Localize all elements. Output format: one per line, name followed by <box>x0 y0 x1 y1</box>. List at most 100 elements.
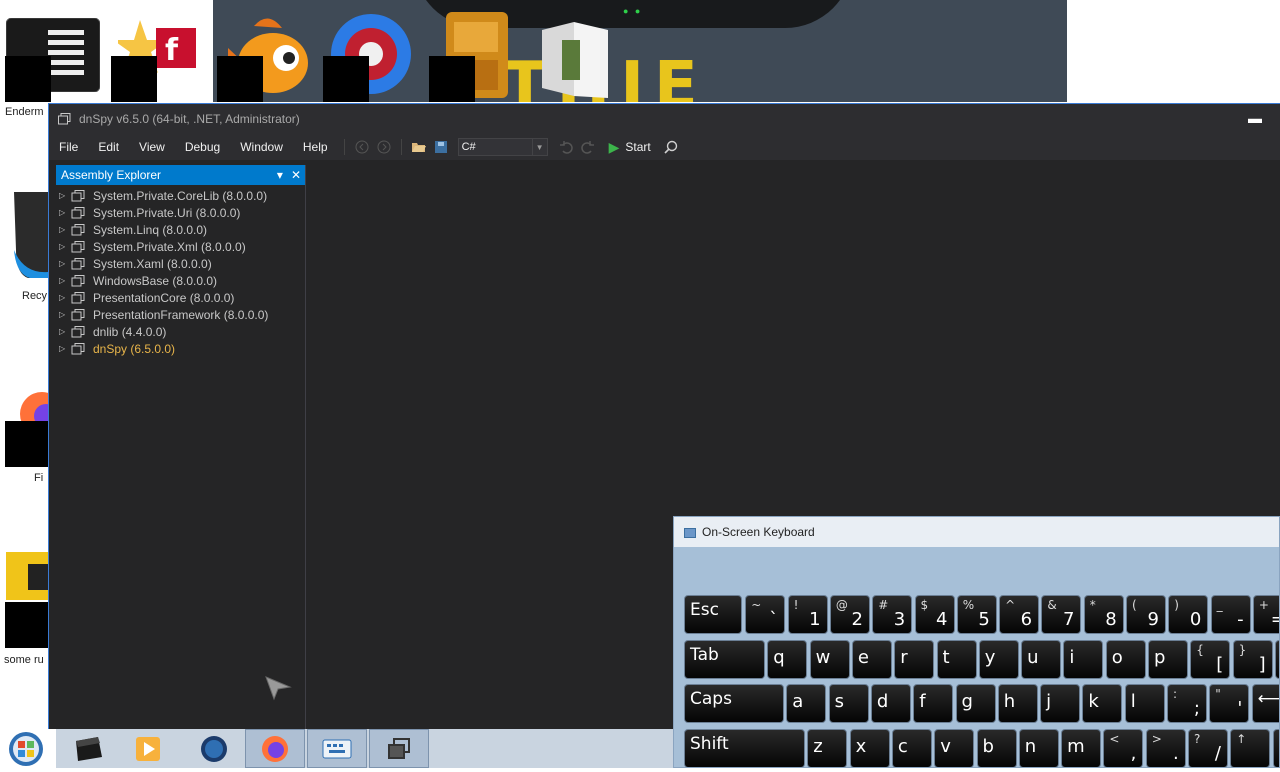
tree-item-system-linq[interactable]: ▷ System.Linq (8.0.0.0) <box>56 221 305 238</box>
key-symbol[interactable]: ~ ` <box>745 595 786 634</box>
navigate-forward-icon[interactable] <box>374 137 394 157</box>
key-symbol[interactable]: {[ <box>1190 640 1231 679</box>
key-shift[interactable]: Shift <box>684 729 805 767</box>
panel-menu-dropdown-icon[interactable]: ▾ <box>277 168 283 182</box>
tree-item-presentationframework[interactable]: ▷ PresentationFramework (8.0.0.0) <box>56 306 305 323</box>
osk-titlebar[interactable]: On-Screen Keyboard <box>674 517 1279 547</box>
key-h[interactable]: h <box>997 684 1038 723</box>
tree-item-dnspy[interactable]: ▷ dnSpy (6.5.0.0) <box>56 340 305 357</box>
key-t[interactable]: t <box>936 640 977 679</box>
key-symbol[interactable]: }] <box>1232 640 1273 679</box>
key-symbol[interactable]: % 5 <box>956 595 997 634</box>
taskbar-firefox-icon[interactable] <box>245 729 305 768</box>
search-icon[interactable] <box>661 137 681 157</box>
tree-item-dnlib[interactable]: ▷ dnlib (4.4.0.0) <box>56 323 305 340</box>
key-symbol[interactable]: ? / <box>1188 729 1228 767</box>
taskbar-on-screen-keyboard-icon[interactable] <box>307 729 367 768</box>
key-p[interactable]: p <box>1148 640 1188 679</box>
expand-arrow-icon[interactable]: ▷ <box>59 327 71 336</box>
key-b[interactable]: b <box>976 729 1017 767</box>
minimize-button[interactable]: ▬ <box>1248 110 1262 126</box>
expand-arrow-icon[interactable]: ▷ <box>59 191 71 200</box>
key-c[interactable]: c <box>891 729 932 767</box>
tree-item-presentationcore[interactable]: ▷ PresentationCore (8.0.0.0) <box>56 289 305 306</box>
key-tab[interactable]: Tab <box>684 640 765 679</box>
menu-debug[interactable]: Debug <box>175 134 230 160</box>
redo-icon[interactable] <box>578 137 598 157</box>
assembly-explorer-header[interactable]: Assembly Explorer ▾ ✕ <box>56 165 305 185</box>
key-a[interactable]: a <box>786 684 827 723</box>
key-[interactable]: ⟵ <box>1251 684 1279 723</box>
menu-file[interactable]: File <box>49 134 88 160</box>
menu-window[interactable]: Window <box>230 134 293 160</box>
key-symbol[interactable]: :; <box>1167 684 1207 723</box>
key-q[interactable]: q <box>767 640 808 679</box>
menu-view[interactable]: View <box>129 134 175 160</box>
key-symbol[interactable]: $4 <box>914 595 955 634</box>
key-j[interactable]: j <box>1040 684 1081 723</box>
key-symbol[interactable]: ) 0 <box>1168 595 1209 634</box>
key-n[interactable]: n <box>1018 729 1059 767</box>
tree-item-system-private-xml[interactable]: ▷ System.Private.Xml (8.0.0.0) <box>56 238 305 255</box>
key-symbol[interactable]: * 8 <box>1083 595 1124 634</box>
key-symbol[interactable]: _ - <box>1210 595 1251 634</box>
key-symbol[interactable]: " ' <box>1209 684 1250 723</box>
key-e[interactable]: e <box>851 640 892 679</box>
key-i[interactable]: i <box>1063 640 1104 679</box>
language-select[interactable]: C# ▼ <box>457 138 548 156</box>
expand-arrow-icon[interactable]: ▷ <box>59 344 71 353</box>
key-symbol[interactable]: ^ 6 <box>999 595 1040 634</box>
key-symbol[interactable]: (9 <box>1126 595 1166 634</box>
menu-edit[interactable]: Edit <box>88 134 129 160</box>
key-k[interactable]: k <box>1082 684 1123 723</box>
key-symbol[interactable]: #3 <box>872 595 913 634</box>
document-stack-icon[interactable] <box>540 20 612 105</box>
undo-icon[interactable] <box>556 137 576 157</box>
expand-arrow-icon[interactable]: ▷ <box>59 208 71 217</box>
key-symbol[interactable]: += <box>1252 595 1279 634</box>
expand-arrow-icon[interactable]: ▷ <box>59 259 71 268</box>
key-r[interactable]: r <box>894 640 935 679</box>
key-g[interactable]: g <box>955 684 996 723</box>
key-d[interactable]: d <box>870 684 911 723</box>
tree-item-system-xaml[interactable]: ▷ System.Xaml (8.0.0.0) <box>56 255 305 272</box>
expand-arrow-icon[interactable]: ▷ <box>59 293 71 302</box>
folder-shortcut-icon[interactable] <box>6 552 48 605</box>
key-m[interactable]: m <box>1061 729 1102 767</box>
taskbar-blackbox-app-icon[interactable] <box>58 729 118 768</box>
key-x[interactable]: x <box>849 729 890 767</box>
key-symbol[interactable]: <, <box>1103 729 1144 767</box>
key-w[interactable]: w <box>809 640 850 679</box>
taskbar-media-player-icon[interactable] <box>118 729 178 768</box>
chevron-down-icon[interactable]: ▼ <box>531 139 547 155</box>
key-symbol[interactable]: >. <box>1145 729 1186 767</box>
key-y[interactable]: y <box>978 640 1019 679</box>
key-z[interactable]: z <box>807 729 848 767</box>
key-esc[interactable]: Esc <box>684 595 742 634</box>
key-symbol[interactable]: ↑ <box>1230 729 1271 767</box>
taskbar-dnspy-icon[interactable] <box>369 729 429 768</box>
expand-arrow-icon[interactable]: ▷ <box>59 310 71 319</box>
navigate-back-icon[interactable] <box>352 137 372 157</box>
key-symbol[interactable]: & 7 <box>1041 595 1082 634</box>
key-l[interactable]: l <box>1124 684 1165 723</box>
key-f[interactable]: f <box>913 684 954 723</box>
expand-arrow-icon[interactable]: ▷ <box>59 276 71 285</box>
tree-item-system-private-corelib[interactable]: ▷ System.Private.CoreLib (8.0.0.0) <box>56 187 305 204</box>
menu-help[interactable]: Help <box>293 134 338 160</box>
taskbar-globe-app-icon[interactable] <box>184 729 244 768</box>
key-s[interactable]: s <box>828 684 869 723</box>
expand-arrow-icon[interactable]: ▷ <box>59 242 71 251</box>
tree-item-system-private-uri[interactable]: ▷ System.Private.Uri (8.0.0.0) <box>56 204 305 221</box>
key-symbol[interactable]: |\ <box>1274 640 1279 679</box>
key-symbol[interactable]: ! 1 <box>787 595 828 634</box>
key-caps[interactable]: Caps <box>684 684 784 723</box>
start-debugging-button[interactable]: ▶ Start <box>609 139 651 156</box>
key-u[interactable]: u <box>1021 640 1062 679</box>
key-symbol[interactable]: @2 <box>829 595 870 634</box>
tree-item-windowsbase[interactable]: ▷ WindowsBase (8.0.0.0) <box>56 272 305 289</box>
windows-start-icon[interactable] <box>8 731 44 767</box>
key-o[interactable]: o <box>1105 640 1146 679</box>
expand-arrow-icon[interactable]: ▷ <box>59 225 71 234</box>
save-icon[interactable] <box>431 137 451 157</box>
